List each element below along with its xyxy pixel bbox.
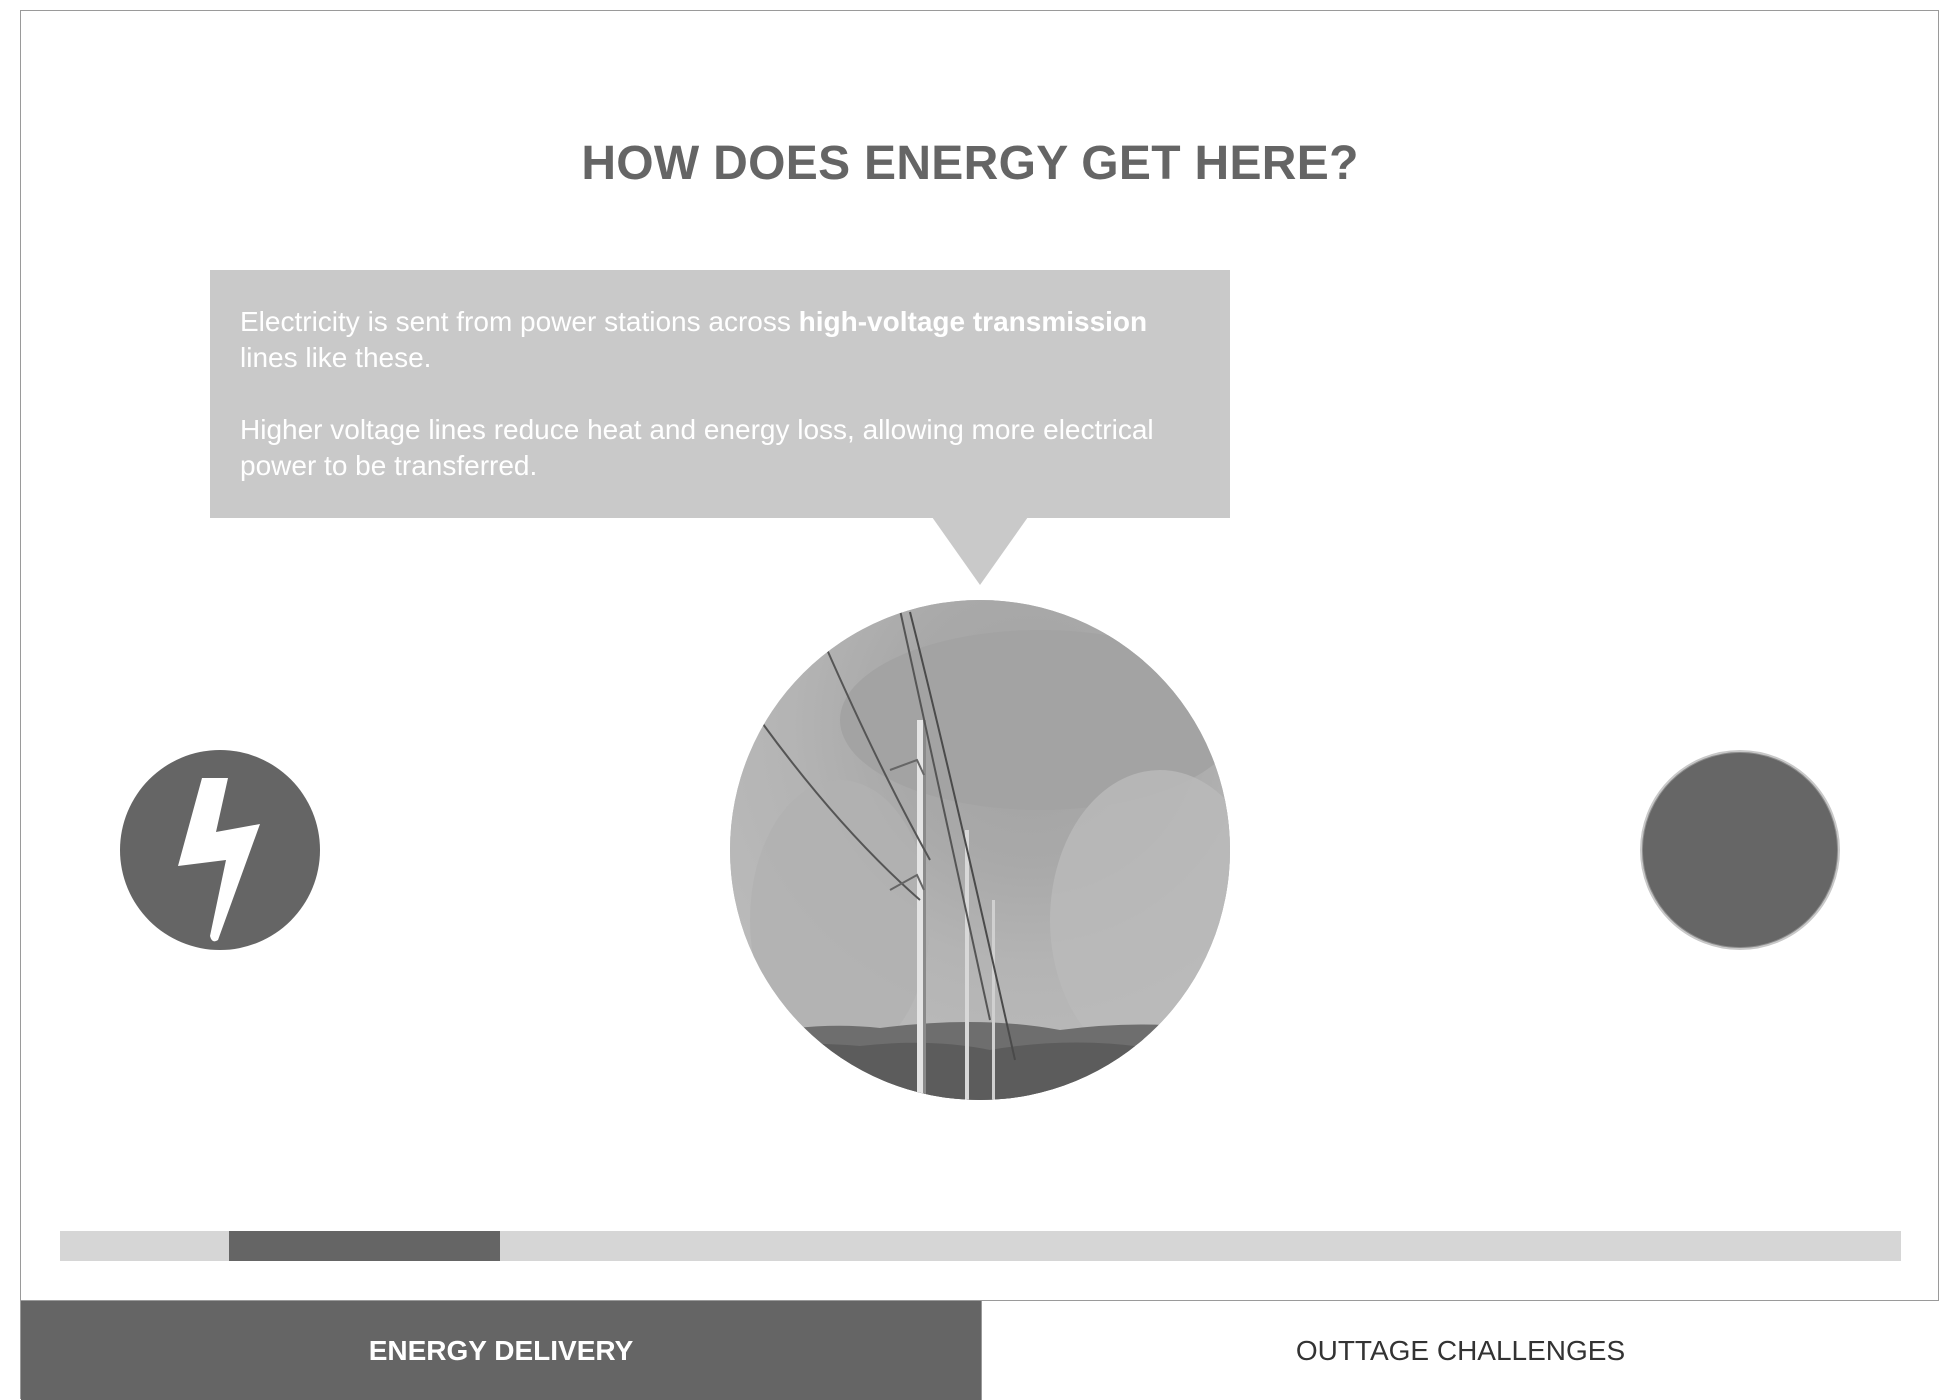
info-paragraph-1: Electricity is sent from power stations …: [240, 304, 1200, 376]
power-lines-image: [730, 600, 1230, 1100]
callout-pointer: [932, 517, 1028, 585]
info-text-part2: lines like these.: [240, 342, 432, 373]
page-title: HOW DOES ENERGY GET HERE?: [581, 137, 1359, 191]
tab-energy-delivery[interactable]: ENERGY DELIVERY: [21, 1301, 981, 1400]
tab-energy-delivery-label: ENERGY DELIVERY: [368, 1334, 634, 1366]
energy-source-button[interactable]: [120, 750, 320, 950]
progress-track: [60, 1231, 1901, 1261]
info-text-part1: Electricity is sent from power stations …: [240, 306, 799, 337]
tab-outtage-challenges-label: OUTTAGE CHALLENGES: [1295, 1334, 1626, 1366]
info-text-bold: high-voltage transmission: [798, 306, 1148, 337]
transmission-lines-photo: [730, 600, 1230, 1100]
tab-outtage-challenges[interactable]: OUTTAGE CHALLENGES: [981, 1301, 1939, 1400]
lightning-icon: [178, 778, 260, 942]
progress-indicator: [229, 1231, 500, 1261]
info-callout: Electricity is sent from power stations …: [210, 270, 1230, 518]
next-circle-button[interactable]: [1640, 750, 1840, 950]
info-paragraph-2: Higher voltage lines reduce heat and ene…: [240, 414, 1154, 481]
